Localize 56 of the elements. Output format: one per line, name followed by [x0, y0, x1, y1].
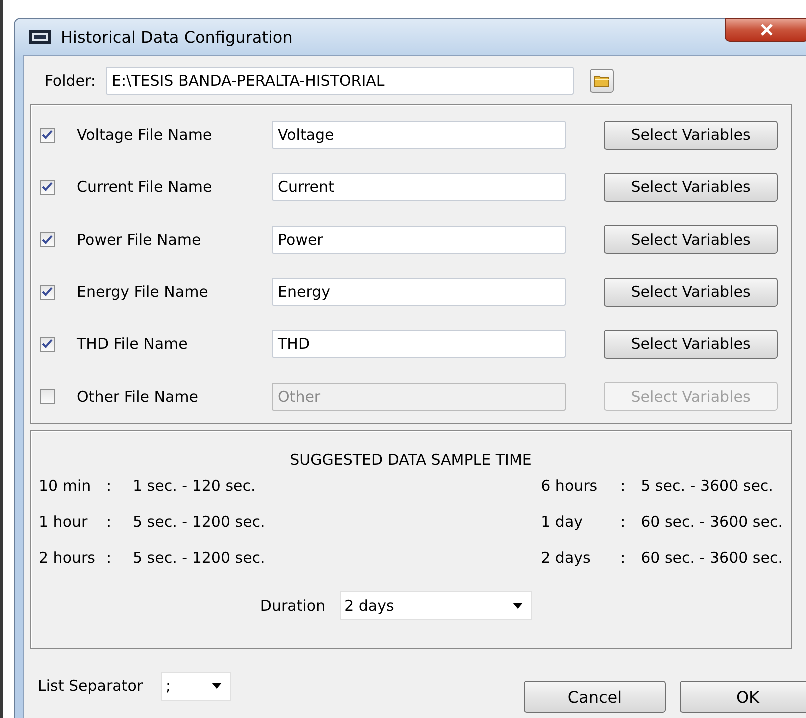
checkbox[interactable]	[40, 128, 55, 143]
colon-text: :	[105, 513, 113, 531]
checkbox[interactable]	[40, 284, 55, 300]
checkbox[interactable]	[40, 232, 55, 248]
duration-label: Duration	[260, 596, 326, 614]
colon-text: :	[620, 513, 627, 531]
checkbox-label: THD File Name	[77, 335, 189, 354]
checkbox[interactable]	[40, 180, 55, 195]
checkbox-label: Power File Name	[77, 230, 202, 249]
range-text: 5 sec. - 3600 sec.	[641, 477, 774, 495]
file-name-field[interactable]: Energy	[272, 278, 566, 306]
close-icon	[760, 24, 774, 36]
range-text: 60 sec. - 3600 sec.	[641, 549, 783, 567]
folder-label: Folder:	[44, 72, 96, 90]
duration-dropdown[interactable]: 2 days	[340, 591, 532, 620]
list-separator-label: List Separator	[38, 677, 144, 695]
ok-button[interactable]: OK	[680, 681, 806, 713]
period-label: 2 days	[541, 549, 592, 567]
window-icon	[29, 30, 51, 44]
period-label: 2 hours	[39, 549, 96, 567]
colon-text: :	[620, 477, 627, 495]
select-variables-button[interactable]: Select Variables	[604, 172, 778, 202]
period-label: 1 day	[541, 513, 584, 531]
checkbox-label: Energy File Name	[77, 283, 210, 302]
select-variables-button[interactable]: Select Variables	[604, 278, 778, 307]
cancel-button[interactable]: Cancel	[524, 681, 666, 713]
list-separator-dropdown[interactable]: ;	[161, 672, 232, 700]
checkbox-label: Other File Name	[77, 388, 200, 406]
range-text: 5 sec. - 1200 sec.	[133, 513, 266, 531]
folder-field[interactable]: E:\TESIS BANDA-PERALTA-HISTORIAL	[106, 67, 574, 95]
range-text: 60 sec. - 3600 sec.	[641, 513, 783, 531]
period-label: 6 hours	[541, 477, 599, 495]
period-label: 1 hour	[39, 513, 89, 531]
colon-text: :	[620, 549, 627, 567]
file-name-field[interactable]: THD	[272, 330, 566, 358]
colon-text: :	[105, 477, 113, 495]
window-title: Historical Data Configuration	[61, 28, 293, 46]
colon-text: :	[105, 549, 113, 567]
section-title: SUGGESTED DATA SAMPLE TIME	[289, 451, 533, 469]
period-label: 10 min	[39, 477, 92, 495]
checkbox-label: Voltage File Name	[77, 126, 214, 144]
checkbox-label: Current File Name	[77, 178, 214, 196]
select-variables-button[interactable]: Select Variables	[604, 120, 778, 150]
select-variables-button[interactable]: Select Variables	[604, 330, 778, 359]
file-name-field[interactable]: Power	[272, 226, 566, 254]
folder-icon	[594, 74, 610, 88]
close-button[interactable]	[725, 18, 806, 42]
range-text: 1 sec. - 120 sec.	[133, 477, 256, 495]
select-variables-button[interactable]: Select Variables	[604, 225, 778, 254]
browse-button[interactable]	[590, 69, 614, 93]
file-name-field[interactable]: Current	[272, 173, 566, 202]
range-text: 5 sec. - 1200 sec.	[133, 549, 266, 567]
caret-icon	[512, 602, 523, 608]
checkbox[interactable]	[40, 336, 55, 352]
file-name-field[interactable]: Voltage	[272, 121, 566, 150]
caret-icon	[212, 683, 222, 689]
